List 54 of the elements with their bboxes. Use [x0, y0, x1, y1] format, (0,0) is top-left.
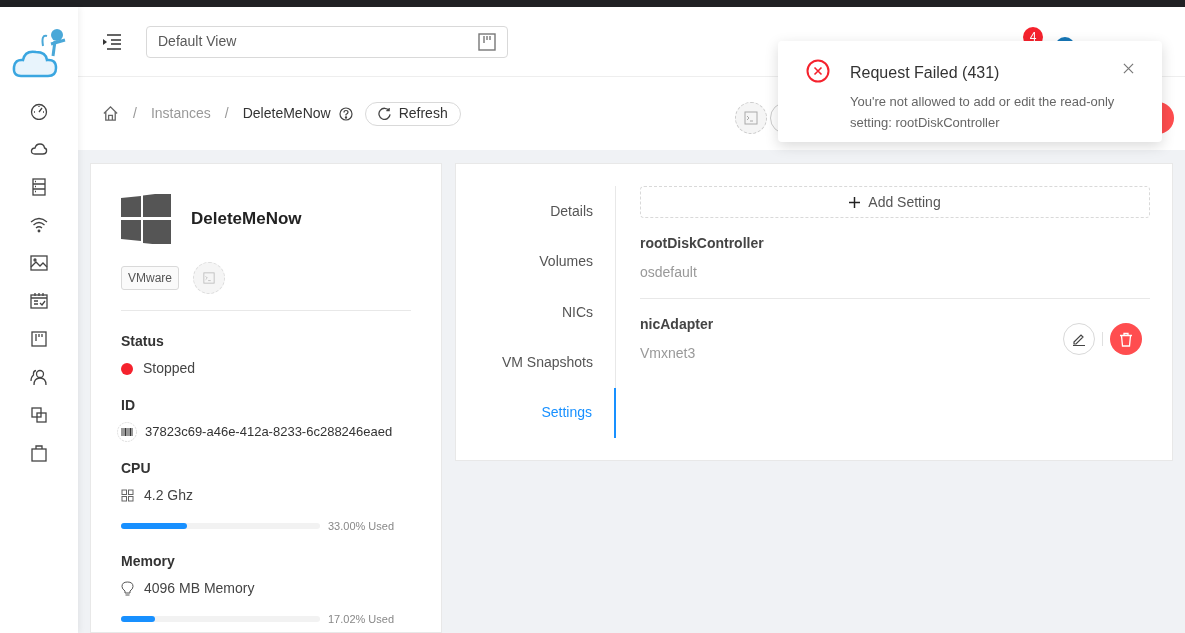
menu-icon[interactable] — [102, 32, 122, 51]
field-label: Status — [121, 332, 165, 351]
breadcrumb-separator: / — [224, 104, 229, 124]
field-value: 4.2 Ghz — [144, 486, 194, 505]
image-icon[interactable] — [30, 254, 48, 272]
setting-value: Vmxnet3 — [640, 344, 697, 363]
breadcrumb-current: DeleteMeNow — [242, 104, 331, 124]
barcode-icon — [117, 422, 137, 442]
board-icon — [478, 32, 496, 51]
windows-logo-icon — [121, 194, 171, 244]
view-select[interactable]: Default View — [146, 25, 508, 58]
add-setting-button[interactable]: Add Setting — [640, 186, 1150, 218]
dashboard-icon[interactable] — [30, 102, 48, 120]
setting-name: rootDiskController — [640, 234, 764, 253]
tab[interactable]: VM Snapshots — [456, 337, 615, 388]
users-icon[interactable] — [30, 368, 48, 386]
toast-message: You're not allowed to add or edit the read-only setting: rootDiskController — [850, 93, 1116, 132]
terminal-icon — [203, 272, 215, 284]
error-icon — [806, 59, 830, 83]
hypervisor-tag: VMware — [121, 266, 179, 290]
calendar-icon[interactable] — [30, 292, 48, 310]
toast-title: Request Failed (431) — [850, 63, 1001, 83]
refresh-icon — [377, 107, 391, 121]
cloud-icon[interactable] — [30, 140, 48, 158]
field-value: Stopped — [143, 359, 196, 378]
tab[interactable]: Details — [456, 186, 615, 237]
usage-reading: 17.02% Used — [328, 611, 395, 627]
tab[interactable]: NICs — [456, 286, 615, 338]
copy-icon[interactable] — [30, 406, 48, 424]
bag-icon[interactable] — [30, 444, 48, 462]
wifi-icon[interactable] — [30, 216, 48, 234]
setting-name: nicAdapter — [640, 315, 714, 334]
setting-value: osdefault — [640, 263, 698, 282]
grid-icon — [121, 489, 134, 502]
help-icon[interactable] — [338, 106, 353, 121]
close-icon[interactable] — [1123, 63, 1134, 74]
usage-reading: 33.00% Used — [328, 519, 395, 534]
breadcrumb-separator: / — [133, 104, 137, 124]
view-select-value: Default View — [158, 32, 237, 52]
field-label: CPU — [121, 459, 152, 478]
server-icon[interactable] — [30, 178, 48, 196]
instance-name: DeleteMeNow — [191, 208, 302, 231]
home-icon[interactable] — [102, 105, 119, 123]
field-value: 37823c69-a46e-412a-8233-6c288246eaed — [145, 423, 393, 442]
plus-icon — [849, 196, 861, 208]
field-label: Memory — [121, 551, 176, 571]
pencil-icon — [1072, 332, 1086, 346]
board-icon[interactable] — [30, 330, 48, 348]
field-value: 4096 MB Memory — [144, 578, 255, 598]
terminal-icon — [744, 111, 758, 126]
trash-icon — [1119, 331, 1133, 347]
tab[interactable]: Volumes — [456, 236, 615, 287]
field-label: ID — [121, 396, 136, 415]
bulb-icon — [121, 580, 134, 596]
